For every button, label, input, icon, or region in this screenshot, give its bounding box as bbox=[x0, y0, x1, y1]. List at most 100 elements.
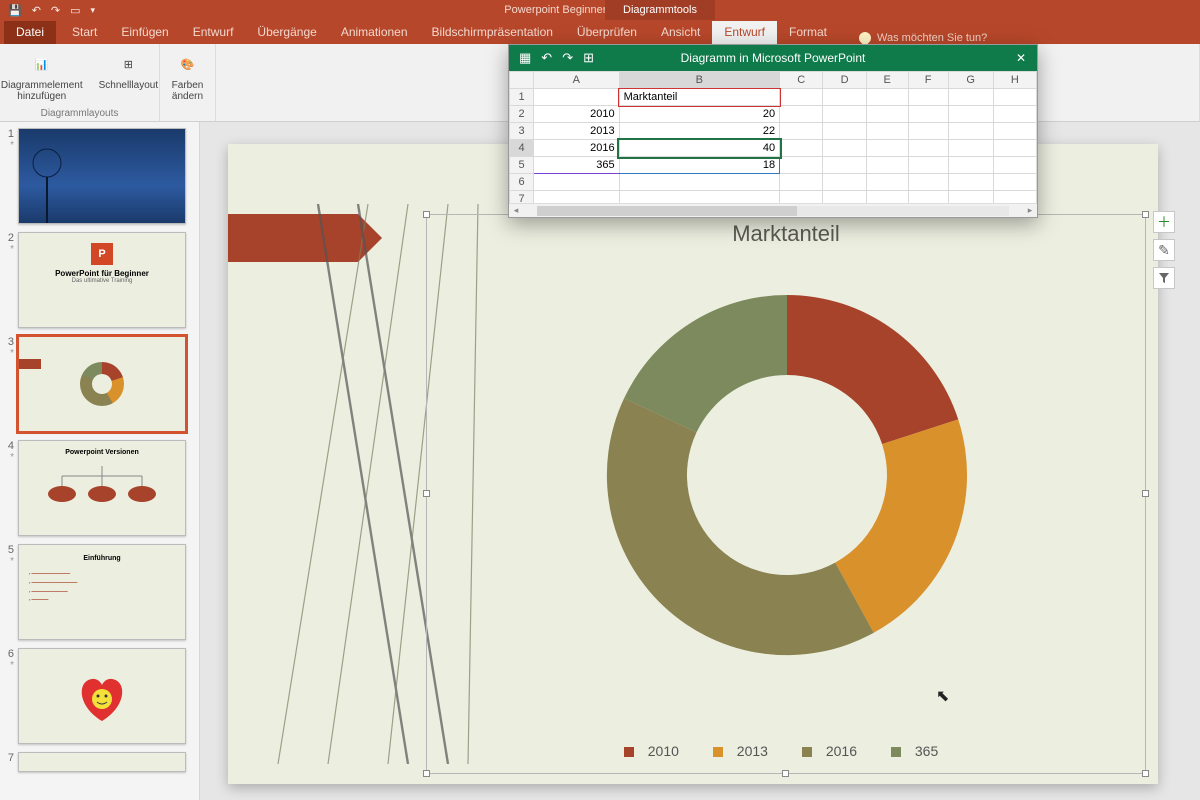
tab-chart-format[interactable]: Format bbox=[777, 21, 839, 44]
data-grid[interactable]: A B C D E F G H 1 Marktanteil 2201020 320… bbox=[509, 71, 1037, 208]
tab-animations[interactable]: Animationen bbox=[329, 21, 420, 44]
col-header[interactable]: G bbox=[948, 72, 993, 89]
row-header[interactable]: 5 bbox=[510, 157, 534, 174]
tab-file[interactable]: Datei bbox=[4, 21, 56, 44]
col-header[interactable]: E bbox=[866, 72, 908, 89]
resize-handle[interactable] bbox=[423, 211, 430, 218]
col-header[interactable]: D bbox=[823, 72, 866, 89]
row-header[interactable]: 4 bbox=[510, 140, 534, 157]
redo-icon[interactable]: ↷ bbox=[562, 50, 573, 66]
document-title: Powerpoint Beginner.pptx - PowerPoint bbox=[0, 4, 1200, 16]
active-cell[interactable]: 40 bbox=[619, 140, 780, 157]
undo-icon[interactable]: ↶ bbox=[541, 50, 552, 66]
contextual-tab-label: Diagrammtools bbox=[605, 0, 715, 20]
excel-sys-icon: ▦ bbox=[519, 50, 531, 66]
scroll-left-icon[interactable]: ◂ bbox=[509, 205, 523, 216]
slide-thumb-2[interactable]: P PowerPoint für Beginner Das ultimative… bbox=[18, 232, 186, 328]
resize-handle[interactable] bbox=[423, 490, 430, 497]
chart-data-window[interactable]: ▦ ↶ ↷ ⊞ Diagramm in Microsoft PowerPoint… bbox=[508, 44, 1038, 218]
slide-number: 5* bbox=[4, 544, 14, 640]
save-icon[interactable]: 💾 bbox=[8, 4, 22, 17]
resize-handle[interactable] bbox=[782, 770, 789, 777]
title-bar: 💾 ↶ ↷ ▭ ▾ Powerpoint Beginner.pptx - Pow… bbox=[0, 0, 1200, 20]
row-header[interactable]: 2 bbox=[510, 106, 534, 123]
chart-legend[interactable]: 2010 2013 2016 365 bbox=[427, 743, 1145, 759]
tab-view[interactable]: Ansicht bbox=[649, 21, 712, 44]
col-header[interactable]: H bbox=[993, 72, 1036, 89]
slide-thumb-7[interactable] bbox=[18, 752, 186, 772]
col-header[interactable]: A bbox=[534, 72, 620, 89]
scrollbar-thumb[interactable] bbox=[537, 206, 797, 216]
add-element-icon: 📊 bbox=[28, 50, 56, 78]
quick-layout-icon: ⊞ bbox=[114, 50, 142, 78]
undo-icon[interactable]: ↶ bbox=[32, 4, 41, 17]
tab-chart-design[interactable]: Entwurf bbox=[712, 21, 777, 44]
tab-design[interactable]: Entwurf bbox=[181, 21, 246, 44]
slide-editor[interactable]: Marktanteil 2010 bbox=[200, 122, 1200, 800]
cell[interactable]: 2013 bbox=[534, 123, 620, 140]
add-element-label: Diagrammelement hinzufügen bbox=[1, 80, 83, 102]
qat-more-icon[interactable]: ▾ bbox=[91, 5, 96, 16]
legend-item: 2016 bbox=[826, 743, 857, 759]
cell[interactable]: 365 bbox=[534, 157, 620, 174]
change-colors-button[interactable]: 🎨 Farben ändern bbox=[166, 48, 210, 104]
workspace: 1* 2* P PowerPoint für Beginner Das ulti… bbox=[0, 122, 1200, 800]
excel-expand-icon[interactable]: ⊞ bbox=[583, 50, 594, 66]
slide-thumb-6[interactable] bbox=[18, 648, 186, 744]
slide-number: 1* bbox=[4, 128, 14, 224]
slide-thumb-1[interactable] bbox=[18, 128, 186, 224]
cell[interactable]: 2016 bbox=[534, 140, 620, 157]
horizontal-scrollbar[interactable]: ◂ ▸ bbox=[509, 203, 1037, 217]
select-all-cell[interactable] bbox=[510, 72, 534, 89]
tab-review[interactable]: Überprüfen bbox=[565, 21, 649, 44]
cell[interactable] bbox=[534, 89, 620, 106]
col-header[interactable]: F bbox=[908, 72, 948, 89]
col-header[interactable]: B bbox=[619, 72, 780, 89]
cell[interactable]: 20 bbox=[619, 106, 780, 123]
slide-arrow-shape[interactable] bbox=[228, 214, 358, 262]
cell[interactable]: 2010 bbox=[534, 106, 620, 123]
tell-me-label: Was möchten Sie tun? bbox=[877, 32, 987, 44]
cell[interactable]: Marktanteil bbox=[619, 89, 780, 106]
legend-item: 2013 bbox=[737, 743, 768, 759]
slide-number: 7 bbox=[4, 752, 14, 772]
row-header[interactable]: 3 bbox=[510, 123, 534, 140]
col-header[interactable]: C bbox=[780, 72, 823, 89]
chart-title[interactable]: Marktanteil bbox=[427, 215, 1145, 247]
cell[interactable]: 22 bbox=[619, 123, 780, 140]
close-icon[interactable]: ✕ bbox=[1011, 48, 1031, 68]
legend-item: 365 bbox=[915, 743, 938, 759]
slide-thumb-3[interactable] bbox=[18, 336, 186, 432]
slide-thumb-5[interactable]: Einführung ▪ ━━━━━━━━━━━━━━━━▪ ━━━━━━━━━… bbox=[18, 544, 186, 640]
resize-handle[interactable] bbox=[1142, 490, 1149, 497]
cell[interactable]: 18 bbox=[619, 157, 780, 174]
resize-handle[interactable] bbox=[1142, 770, 1149, 777]
add-chart-element-button[interactable]: 📊 Diagrammelement hinzufügen bbox=[0, 48, 89, 104]
quick-layout-button[interactable]: ⊞ Schnelllayout bbox=[93, 48, 164, 104]
slide-canvas[interactable]: Marktanteil 2010 bbox=[228, 144, 1158, 784]
resize-handle[interactable] bbox=[1142, 211, 1149, 218]
chart-filters-button[interactable] bbox=[1153, 267, 1175, 289]
row-header[interactable]: 6 bbox=[510, 174, 534, 191]
chart-elements-button[interactable]: ＋ bbox=[1153, 211, 1175, 233]
tab-transitions[interactable]: Übergänge bbox=[245, 21, 328, 44]
tab-slideshow[interactable]: Bildschirmpräsentation bbox=[420, 21, 565, 44]
row-header[interactable]: 1 bbox=[510, 89, 534, 106]
redo-icon[interactable]: ↷ bbox=[51, 4, 60, 17]
tell-me[interactable]: Was möchten Sie tun? bbox=[859, 32, 987, 44]
slide-thumb-4[interactable]: Powerpoint Versionen bbox=[18, 440, 186, 536]
scroll-right-icon[interactable]: ▸ bbox=[1023, 205, 1037, 216]
resize-handle[interactable] bbox=[423, 770, 430, 777]
tab-start[interactable]: Start bbox=[60, 21, 109, 44]
donut-chart[interactable] bbox=[587, 275, 987, 675]
chart-side-tools: ＋ ✎ bbox=[1153, 211, 1175, 289]
slide-number: 4* bbox=[4, 440, 14, 536]
quick-layout-label: Schnelllayout bbox=[99, 80, 158, 91]
chart-styles-button[interactable]: ✎ bbox=[1153, 239, 1175, 261]
chart-object[interactable]: Marktanteil 2010 bbox=[426, 214, 1146, 774]
excel-title-bar[interactable]: ▦ ↶ ↷ ⊞ Diagramm in Microsoft PowerPoint… bbox=[509, 45, 1037, 71]
tab-insert[interactable]: Einfügen bbox=[109, 21, 180, 44]
start-show-icon[interactable]: ▭ bbox=[70, 4, 80, 17]
change-colors-label: Farben ändern bbox=[172, 80, 204, 102]
quick-access-toolbar: 💾 ↶ ↷ ▭ ▾ bbox=[0, 4, 103, 17]
